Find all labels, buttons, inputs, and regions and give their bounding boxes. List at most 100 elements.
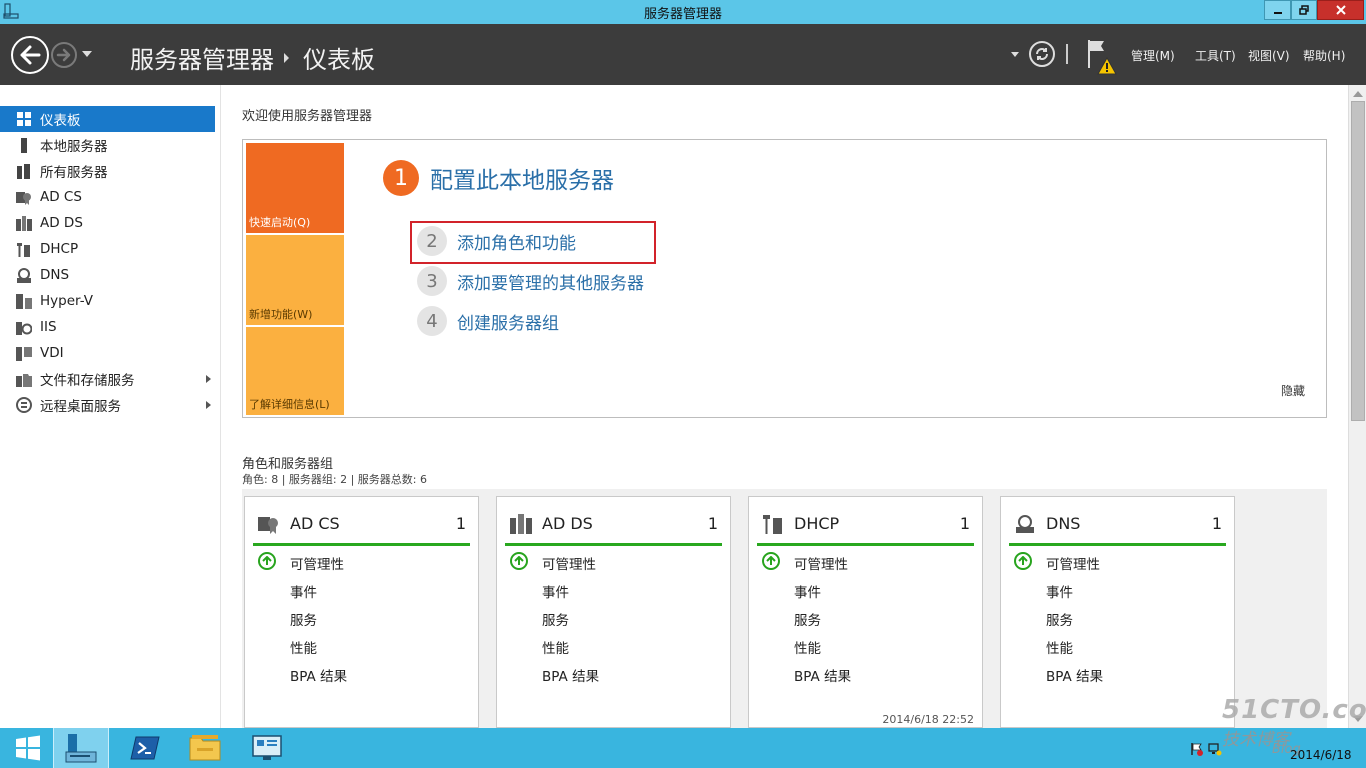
row-performance[interactable]: 性能 bbox=[290, 637, 317, 657]
step-configure-local-server[interactable]: 1 配置此本地服务器 bbox=[383, 160, 614, 196]
taskbar-remote-desktop[interactable] bbox=[239, 728, 295, 768]
taskbar-server-manager[interactable] bbox=[53, 728, 109, 768]
hide-welcome-link[interactable]: 隐藏 bbox=[1281, 382, 1305, 399]
step-link[interactable]: 创建服务器组 bbox=[457, 309, 559, 334]
tile-quick-start[interactable]: 快速启动(Q) bbox=[246, 143, 344, 233]
step-create-server-group[interactable]: 4 创建服务器组 bbox=[417, 306, 559, 336]
row-bpa-results[interactable]: BPA 结果 bbox=[290, 665, 347, 685]
window-title: 服务器管理器 bbox=[643, 7, 722, 22]
row-performance[interactable]: 性能 bbox=[542, 637, 569, 657]
sidebar-item-label: IIS bbox=[40, 319, 57, 335]
sidebar-item-dns[interactable]: DNS bbox=[0, 262, 215, 288]
sidebar-item-label: 仪表板 bbox=[40, 113, 81, 129]
scroll-thumb[interactable] bbox=[1351, 101, 1365, 421]
row-events[interactable]: 事件 bbox=[542, 581, 569, 601]
sidebar-item-file-storage[interactable]: 文件和存储服务 bbox=[0, 366, 215, 392]
sidebar-item-hyper-v[interactable]: Hyper-V bbox=[0, 288, 215, 314]
role-name[interactable]: DNS bbox=[1046, 514, 1080, 533]
role-card-dhcp[interactable]: DHCP 1 可管理性 事件 服务 性能 BPA 结果 2014/6/18 22… bbox=[748, 496, 983, 728]
row-events[interactable]: 事件 bbox=[794, 581, 821, 601]
sidebar-item-iis[interactable]: IIS bbox=[0, 314, 215, 340]
start-button[interactable] bbox=[0, 728, 56, 768]
main-content: 欢迎使用服务器管理器 快速启动(Q) 新增功能(W) 了解详细信息(L) 1 配… bbox=[222, 85, 1348, 728]
row-events[interactable]: 事件 bbox=[1046, 581, 1073, 601]
role-name[interactable]: AD DS bbox=[542, 514, 593, 533]
menu-view[interactable]: 视图(V) bbox=[1248, 47, 1290, 64]
status-bar bbox=[505, 543, 722, 546]
row-performance[interactable]: 性能 bbox=[794, 637, 821, 657]
vdi-icon bbox=[16, 345, 32, 361]
network-icon[interactable] bbox=[1208, 742, 1222, 756]
expand-arrow-icon[interactable] bbox=[206, 401, 211, 409]
status-bar bbox=[253, 543, 470, 546]
dashboard-icon bbox=[16, 111, 32, 127]
vertical-scrollbar[interactable] bbox=[1348, 85, 1366, 728]
minimize-icon bbox=[1273, 12, 1282, 14]
status-bar bbox=[757, 543, 974, 546]
tile-whats-new[interactable]: 新增功能(W) bbox=[246, 235, 344, 325]
minimize-button[interactable] bbox=[1264, 0, 1291, 20]
directory-icon bbox=[510, 513, 532, 535]
step-add-servers[interactable]: 3 添加要管理的其他服务器 bbox=[417, 266, 644, 296]
taskbar-file-explorer[interactable] bbox=[177, 728, 233, 768]
role-card-dns[interactable]: DNS 1 可管理性 事件 服务 性能 BPA 结果 bbox=[1000, 496, 1235, 728]
role-card-ad-ds[interactable]: AD DS 1 可管理性 事件 服务 性能 BPA 结果 bbox=[496, 496, 731, 728]
dhcp-icon bbox=[16, 241, 32, 257]
sidebar-item-all-servers[interactable]: 所有服务器 bbox=[0, 158, 215, 184]
expand-arrow-icon[interactable] bbox=[206, 375, 211, 383]
back-button[interactable] bbox=[11, 36, 49, 74]
row-services[interactable]: 服务 bbox=[1046, 609, 1073, 629]
refresh-button[interactable] bbox=[1029, 41, 1055, 67]
breadcrumb-root[interactable]: 服务器管理器 bbox=[130, 40, 274, 75]
row-services[interactable]: 服务 bbox=[794, 609, 821, 629]
row-events[interactable]: 事件 bbox=[290, 581, 317, 601]
role-name[interactable]: DHCP bbox=[794, 514, 839, 533]
sidebar-item-label: AD CS bbox=[40, 189, 82, 205]
sidebar-item-ad-ds[interactable]: AD DS bbox=[0, 210, 215, 236]
maximize-button[interactable] bbox=[1291, 0, 1317, 20]
role-name[interactable]: AD CS bbox=[290, 514, 340, 533]
taskbar-date[interactable]: 2014/6/18 bbox=[1290, 748, 1352, 762]
remote-desktop-icon bbox=[16, 397, 32, 413]
header-dropdown-icon[interactable] bbox=[1011, 52, 1019, 57]
forward-button[interactable] bbox=[51, 42, 77, 68]
breadcrumb-current: 仪表板 bbox=[303, 46, 375, 74]
close-button[interactable] bbox=[1317, 0, 1364, 20]
role-count: 1 bbox=[455, 514, 466, 533]
menu-help[interactable]: 帮助(H) bbox=[1303, 47, 1345, 64]
sidebar-item-label: 文件和存储服务 bbox=[40, 373, 135, 389]
welcome-heading: 欢迎使用服务器管理器 bbox=[242, 109, 373, 124]
menu-tools[interactable]: 工具(T) bbox=[1195, 47, 1236, 64]
taskbar-powershell[interactable] bbox=[117, 728, 173, 768]
sidebar-item-dashboard[interactable]: 仪表板 bbox=[0, 106, 215, 132]
sidebar-item-local-server[interactable]: 本地服务器 bbox=[0, 132, 215, 158]
sidebar-item-dhcp[interactable]: DHCP bbox=[0, 236, 215, 262]
row-bpa-results[interactable]: BPA 结果 bbox=[794, 665, 851, 685]
row-manageability[interactable]: 可管理性 bbox=[290, 553, 344, 573]
tile-learn-more[interactable]: 了解详细信息(L) bbox=[246, 327, 344, 415]
step-number-badge: 3 bbox=[417, 266, 447, 296]
row-services[interactable]: 服务 bbox=[290, 609, 317, 629]
menu-manage[interactable]: 管理(M) bbox=[1131, 47, 1175, 64]
history-dropdown-icon[interactable] bbox=[82, 51, 92, 57]
scroll-up-icon[interactable] bbox=[1353, 91, 1363, 97]
sidebar-item-ad-cs[interactable]: AD CS bbox=[0, 184, 215, 210]
role-count: 1 bbox=[707, 514, 718, 533]
row-bpa-results[interactable]: BPA 结果 bbox=[1046, 665, 1103, 685]
row-manageability[interactable]: 可管理性 bbox=[1046, 553, 1100, 573]
step-link[interactable]: 添加要管理的其他服务器 bbox=[457, 269, 644, 294]
row-bpa-results[interactable]: BPA 结果 bbox=[542, 665, 599, 685]
row-performance[interactable]: 性能 bbox=[1046, 637, 1073, 657]
sidebar-item-remote-desktop[interactable]: 远程桌面服务 bbox=[0, 392, 215, 418]
notifications-flag-icon[interactable] bbox=[1086, 38, 1120, 76]
role-card-ad-cs[interactable]: AD CS 1 可管理性 事件 服务 性能 BPA 结果 bbox=[244, 496, 479, 728]
roles-summary: 角色: 8 | 服务器组: 2 | 服务器总数: 6 bbox=[242, 473, 428, 486]
row-manageability[interactable]: 可管理性 bbox=[794, 553, 848, 573]
up-arrow-ok-icon bbox=[258, 552, 276, 570]
step-link[interactable]: 配置此本地服务器 bbox=[430, 161, 614, 195]
action-center-flag-icon[interactable] bbox=[1190, 742, 1204, 756]
sidebar-item-vdi[interactable]: VDI bbox=[0, 340, 215, 366]
dns-icon bbox=[16, 267, 32, 283]
row-services[interactable]: 服务 bbox=[542, 609, 569, 629]
row-manageability[interactable]: 可管理性 bbox=[542, 553, 596, 573]
